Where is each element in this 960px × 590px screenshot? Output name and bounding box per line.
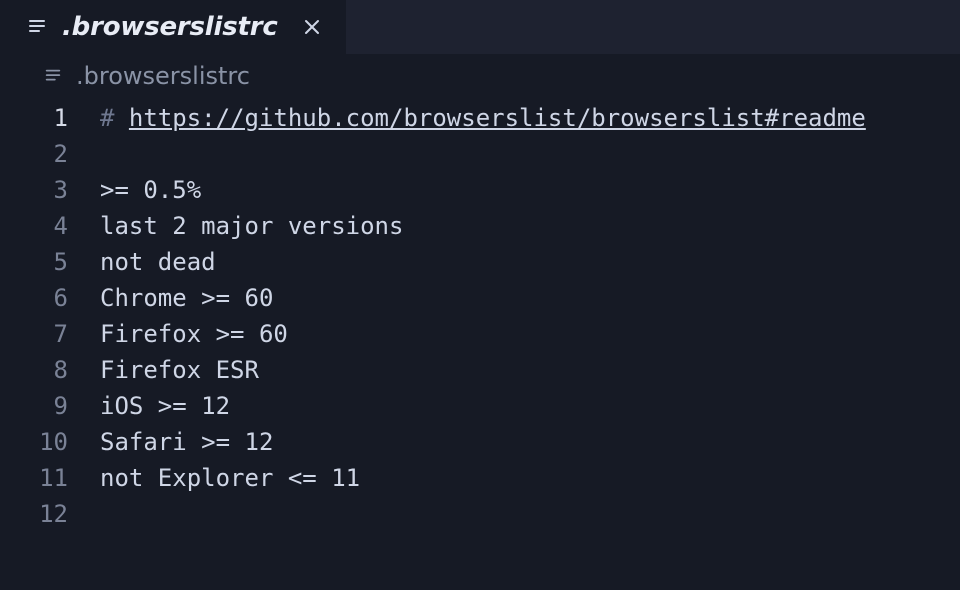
code-line[interactable]: not dead	[100, 244, 960, 280]
line-number: 7	[0, 316, 68, 352]
code-token: last 2 major versions	[100, 212, 403, 240]
line-number: 10	[0, 424, 68, 460]
code-token: Safari >= 12	[100, 428, 273, 456]
code-line[interactable]: >= 0.5%	[100, 172, 960, 208]
code-line[interactable]	[100, 496, 960, 532]
line-number: 12	[0, 496, 68, 532]
code-token: #	[100, 104, 129, 132]
code-line[interactable]	[100, 136, 960, 172]
tab-bar: .browserslistrc	[0, 0, 960, 54]
line-number: 9	[0, 388, 68, 424]
code-token: not Explorer <= 11	[100, 464, 360, 492]
code-line[interactable]: iOS >= 12	[100, 388, 960, 424]
text-lines-icon	[42, 65, 64, 87]
line-number: 3	[0, 172, 68, 208]
line-number: 2	[0, 136, 68, 172]
editor[interactable]: 123456789101112 # https://github.com/bro…	[0, 98, 960, 532]
code-line[interactable]: last 2 major versions	[100, 208, 960, 244]
code-line[interactable]: # https://github.com/browserslist/browse…	[100, 100, 960, 136]
code-line[interactable]: Chrome >= 60	[100, 280, 960, 316]
breadcrumb[interactable]: .browserslistrc	[42, 62, 250, 90]
code-line[interactable]: not Explorer <= 11	[100, 460, 960, 496]
breadcrumb-bar: .browserslistrc	[0, 54, 960, 98]
line-number: 5	[0, 244, 68, 280]
code-line[interactable]: Firefox ESR	[100, 352, 960, 388]
code-line[interactable]: Firefox >= 60	[100, 316, 960, 352]
code-area[interactable]: # https://github.com/browserslist/browse…	[100, 100, 960, 532]
breadcrumb-label: .browserslistrc	[76, 62, 250, 90]
code-token: iOS >= 12	[100, 392, 230, 420]
gutter: 123456789101112	[0, 100, 100, 532]
code-line[interactable]: Safari >= 12	[100, 424, 960, 460]
line-number: 11	[0, 460, 68, 496]
code-token: not dead	[100, 248, 216, 276]
tab-browserslistrc[interactable]: .browserslistrc	[0, 0, 346, 54]
code-token: Chrome >= 60	[100, 284, 273, 312]
line-number: 4	[0, 208, 68, 244]
code-token: Firefox ESR	[100, 356, 259, 384]
line-number: 8	[0, 352, 68, 388]
tab-label: .browserslistrc	[62, 12, 278, 42]
code-token: >= 0.5%	[100, 176, 201, 204]
url-link[interactable]: https://github.com/browserslist/browsers…	[129, 104, 866, 132]
line-number: 1	[0, 100, 68, 136]
line-number: 6	[0, 280, 68, 316]
code-token: Firefox >= 60	[100, 320, 288, 348]
close-icon[interactable]	[300, 15, 324, 39]
text-lines-icon	[26, 16, 48, 38]
